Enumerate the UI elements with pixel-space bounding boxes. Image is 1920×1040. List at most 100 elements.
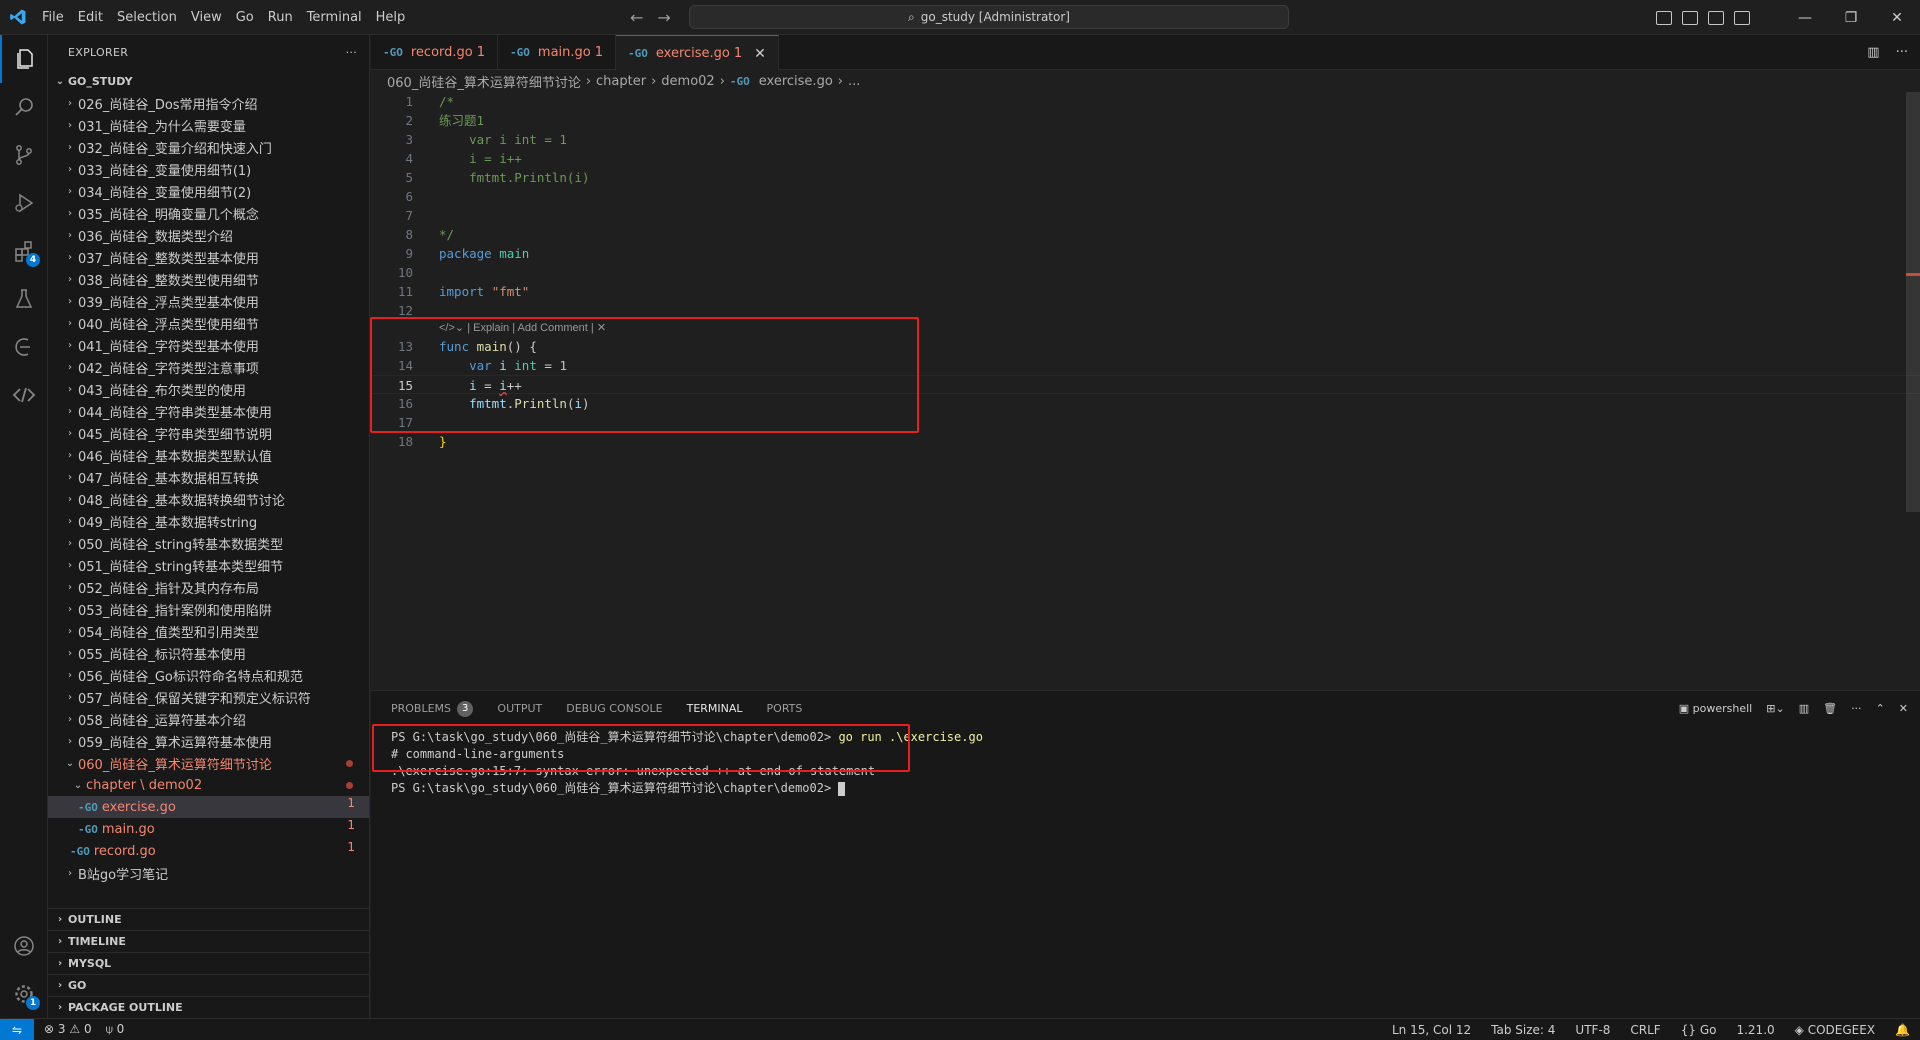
search-icon[interactable] (0, 83, 48, 131)
toggle-sidebar-icon[interactable] (1656, 10, 1672, 25)
toggle-panel-icon[interactable] (1682, 10, 1698, 25)
folder-item[interactable]: › 049_尚硅谷_基本数据转string (48, 510, 369, 532)
menu-view[interactable]: View (184, 0, 229, 35)
file-item[interactable]: -GO main.go 1 (48, 818, 369, 840)
folder-item[interactable]: › 058_尚硅谷_运算符基本介绍 (48, 708, 369, 730)
breadcrumb-item[interactable]: exercise.go (759, 74, 833, 89)
command-center[interactable]: ⌕ go_study [Administrator] (689, 5, 1289, 29)
codegeex-status[interactable]: ◈ CODEGEEX (1795, 1023, 1875, 1037)
tab-terminal[interactable]: TERMINAL (686, 691, 743, 726)
tab-debug-console[interactable]: DEBUG CONSOLE (566, 691, 662, 726)
more-actions-icon[interactable]: ··· (1896, 45, 1908, 60)
folder-item[interactable]: › 056_尚硅谷_Go标识符命名特点和规范 (48, 664, 369, 686)
folder-item-open[interactable]: ⌄ 060_尚硅谷_算术运算符细节讨论 (48, 752, 369, 774)
sidebar-section-timeline[interactable]: › TIMELINE (48, 930, 370, 952)
more-actions-icon[interactable]: ··· (346, 46, 357, 59)
breadcrumb-item[interactable]: ... (848, 74, 860, 89)
folder-item[interactable]: › 041_尚硅谷_字符类型基本使用 (48, 334, 369, 356)
end-of-line[interactable]: CRLF (1630, 1023, 1660, 1037)
workspace-root[interactable]: ⌄ GO_STUDY (48, 70, 369, 92)
folder-item[interactable]: › 039_尚硅谷_浮点类型基本使用 (48, 290, 369, 312)
cursor-position[interactable]: Ln 15, Col 12 (1392, 1023, 1471, 1037)
menu-edit[interactable]: Edit (71, 0, 110, 35)
folder-item[interactable]: › 037_尚硅谷_整数类型基本使用 (48, 246, 369, 268)
menu-run[interactable]: Run (261, 0, 300, 35)
folder-item[interactable]: › 031_尚硅谷_为什么需要变量 (48, 114, 369, 136)
tab-exercise-go[interactable]: -GO exercise.go 1 ✕ (616, 35, 779, 71)
sidebar-section-outline[interactable]: › OUTLINE (48, 908, 370, 930)
folder-item[interactable]: › 032_尚硅谷_变量介绍和快速入门 (48, 136, 369, 158)
sidebar-section-go[interactable]: › GO (48, 974, 370, 996)
folder-item[interactable]: › 026_尚硅谷_Dos常用指令介绍 (48, 92, 369, 114)
terminal-shell-selector[interactable]: ▣ powershell (1679, 702, 1753, 715)
tab-problems[interactable]: PROBLEMS 3 (391, 691, 474, 726)
run-debug-icon[interactable] (0, 179, 48, 227)
more-actions-icon[interactable]: ··· (1851, 702, 1862, 715)
language-mode[interactable]: {} Go (1681, 1023, 1717, 1037)
close-panel-icon[interactable]: ✕ (1899, 702, 1908, 715)
account-icon[interactable] (0, 922, 48, 970)
encoding[interactable]: UTF-8 (1575, 1023, 1610, 1037)
tab-main-go[interactable]: -GO main.go 1 (498, 35, 617, 70)
folder-item[interactable]: › 051_尚硅谷_string转基本类型细节 (48, 554, 369, 576)
menu-selection[interactable]: Selection (110, 0, 184, 35)
close-tab-icon[interactable]: ✕ (754, 46, 766, 62)
folder-item[interactable]: › 038_尚硅谷_整数类型使用细节 (48, 268, 369, 290)
breadcrumb-item[interactable]: chapter (596, 74, 646, 89)
minimize-icon[interactable]: — (1782, 0, 1828, 35)
folder-item[interactable]: › 048_尚硅谷_基本数据转换细节讨论 (48, 488, 369, 510)
go-icon[interactable] (0, 323, 48, 371)
menu-help[interactable]: Help (369, 0, 413, 35)
restore-icon[interactable]: ❐ (1828, 0, 1874, 35)
codegeex-icon[interactable] (0, 371, 48, 419)
tab-record-go[interactable]: -GO record.go 1 (371, 35, 499, 70)
menu-go[interactable]: Go (229, 0, 261, 35)
settings-gear-icon[interactable]: 1 (0, 970, 48, 1018)
split-terminal-icon[interactable]: ▥ (1799, 702, 1809, 715)
ports-status[interactable]: ⍦ 0 (106, 1022, 125, 1037)
explorer-icon[interactable] (0, 35, 48, 83)
tab-ports[interactable]: PORTS (767, 691, 803, 726)
folder-item[interactable]: › 042_尚硅谷_字符类型注意事项 (48, 356, 369, 378)
folder-item[interactable]: › 040_尚硅谷_浮点类型使用细节 (48, 312, 369, 334)
maximize-panel-icon[interactable]: ⌃ (1876, 702, 1885, 715)
folder-item[interactable]: › 046_尚硅谷_基本数据类型默认值 (48, 444, 369, 466)
sidebar-section-mysql[interactable]: › MYSQL (48, 952, 370, 974)
folder-item[interactable]: › 052_尚硅谷_指针及其内存布局 (48, 576, 369, 598)
breadcrumb-item[interactable]: 060_尚硅谷_算术运算符细节讨论 (387, 72, 581, 91)
go-version[interactable]: 1.21.0 (1736, 1023, 1774, 1037)
folder-item[interactable]: › 055_尚硅谷_标识符基本使用 (48, 642, 369, 664)
tab-size[interactable]: Tab Size: 4 (1491, 1023, 1555, 1037)
forward-arrow-icon[interactable]: → (657, 8, 670, 27)
folder-item[interactable]: › 043_尚硅谷_布尔类型的使用 (48, 378, 369, 400)
file-item[interactable]: -GO record.go 1 (48, 840, 369, 862)
split-editor-icon[interactable]: ▥ (1867, 45, 1879, 60)
folder-item[interactable]: › 044_尚硅谷_字符串类型基本使用 (48, 400, 369, 422)
folder-item[interactable]: › 045_尚硅谷_字符串类型细节说明 (48, 422, 369, 444)
new-terminal-icon[interactable]: ⊞⌄ (1766, 702, 1784, 715)
trash-icon[interactable]: 🗑 (1823, 702, 1837, 715)
editor-scrollbar[interactable] (1906, 92, 1920, 512)
menu-file[interactable]: File (35, 0, 71, 35)
folder-item[interactable]: › 050_尚硅谷_string转基本数据类型 (48, 532, 369, 554)
close-window-icon[interactable]: ✕ (1874, 0, 1920, 35)
subfolder-item[interactable]: ⌄ chapter \ demo02 (48, 774, 369, 796)
remote-icon[interactable]: ⇋ (0, 1018, 34, 1040)
folder-item[interactable]: › B站go学习笔记 (48, 862, 369, 884)
folder-item[interactable]: › 053_尚硅谷_指针案例和使用陷阱 (48, 598, 369, 620)
folder-item[interactable]: › 054_尚硅谷_值类型和引用类型 (48, 620, 369, 642)
extensions-icon[interactable]: 4 (0, 227, 48, 275)
breadcrumb-item[interactable]: demo02 (661, 74, 714, 89)
sidebar-section-package-outline[interactable]: › PACKAGE OUTLINE (48, 996, 370, 1018)
folder-item[interactable]: › 047_尚硅谷_基本数据相互转换 (48, 466, 369, 488)
notifications-bell-icon[interactable]: 🔔 (1895, 1023, 1910, 1037)
folder-item[interactable]: › 033_尚硅谷_变量使用细节(1) (48, 158, 369, 180)
file-item[interactable]: -GO exercise.go 1 (48, 796, 369, 818)
toggle-secondary-sidebar-icon[interactable] (1708, 10, 1724, 25)
source-control-icon[interactable] (0, 131, 48, 179)
folder-item[interactable]: › 035_尚硅谷_明确变量几个概念 (48, 202, 369, 224)
folder-item[interactable]: › 059_尚硅谷_算术运算符基本使用 (48, 730, 369, 752)
menu-terminal[interactable]: Terminal (300, 0, 369, 35)
back-arrow-icon[interactable]: ← (630, 8, 643, 27)
folder-item[interactable]: › 034_尚硅谷_变量使用细节(2) (48, 180, 369, 202)
